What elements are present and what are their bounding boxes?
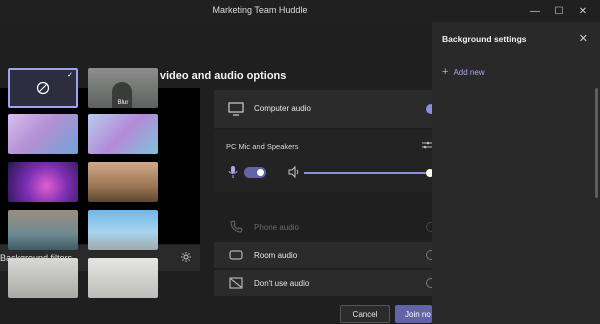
phone-audio-label: Phone audio <box>254 223 299 232</box>
computer-audio-label: Computer audio <box>254 104 311 113</box>
gear-icon[interactable] <box>180 251 192 263</box>
phone-icon <box>230 220 243 233</box>
background-tile-pastel-2[interactable] <box>88 114 158 154</box>
add-new-button[interactable]: + Add new <box>442 66 485 78</box>
phone-audio-option[interactable]: Phone audio <box>214 214 436 240</box>
room-audio-label: Room audio <box>254 251 298 260</box>
room-icon <box>229 250 243 260</box>
background-none-tile[interactable]: ✓ <box>8 68 78 108</box>
background-tile-office[interactable] <box>8 210 78 250</box>
blur-label: Blur <box>117 100 129 106</box>
close-window-icon[interactable]: ✕ <box>572 3 594 19</box>
close-icon[interactable]: ✕ <box>579 32 588 45</box>
panel-title: Background settings <box>442 34 527 44</box>
maximize-icon[interactable]: ☐ <box>548 3 570 19</box>
cancel-button[interactable]: Cancel <box>340 305 390 323</box>
minimize-icon[interactable]: — <box>524 3 546 19</box>
speaker-icon <box>288 166 299 178</box>
audio-options: Computer audio PC Mic and Speakers Phone… <box>214 90 436 296</box>
join-now-button[interactable]: Join no <box>395 305 432 323</box>
audio-device-section: PC Mic and Speakers <box>214 130 434 192</box>
background-tile-pastel-1[interactable] <box>8 114 78 154</box>
background-tile-city[interactable] <box>88 210 158 250</box>
speaker-volume-slider[interactable] <box>304 169 434 177</box>
toggle-knob <box>257 169 264 176</box>
dont-use-audio-option[interactable]: Don't use audio <box>214 270 436 296</box>
background-tile-purple-lights[interactable] <box>8 162 78 202</box>
background-tile-interior-2[interactable] <box>88 258 158 298</box>
background-settings-panel: Background settings ✕ + Add new <box>432 22 600 324</box>
background-blur-tile[interactable]: Blur <box>88 68 158 108</box>
computer-audio-option[interactable]: Computer audio <box>214 90 436 128</box>
microphone-icon <box>228 166 238 178</box>
no-audio-icon <box>229 277 243 289</box>
plus-icon: + <box>442 66 449 78</box>
dont-use-audio-label: Don't use audio <box>254 279 310 288</box>
title-bar: Marketing Team Huddle — ☐ ✕ <box>0 0 600 22</box>
no-background-icon <box>36 81 50 95</box>
room-audio-option[interactable]: Room audio <box>214 242 436 268</box>
checkmark-icon: ✓ <box>67 72 73 79</box>
computer-icon <box>228 102 244 116</box>
scrollbar[interactable] <box>595 88 598 198</box>
audio-device-name[interactable]: PC Mic and Speakers <box>226 142 299 151</box>
background-tile-room[interactable] <box>88 162 158 202</box>
device-settings-icon[interactable] <box>422 140 432 150</box>
microphone-toggle[interactable] <box>244 167 266 178</box>
add-new-label: Add new <box>453 67 485 77</box>
background-tile-interior-1[interactable] <box>8 258 78 298</box>
window-title: Marketing Team Huddle <box>212 5 308 15</box>
